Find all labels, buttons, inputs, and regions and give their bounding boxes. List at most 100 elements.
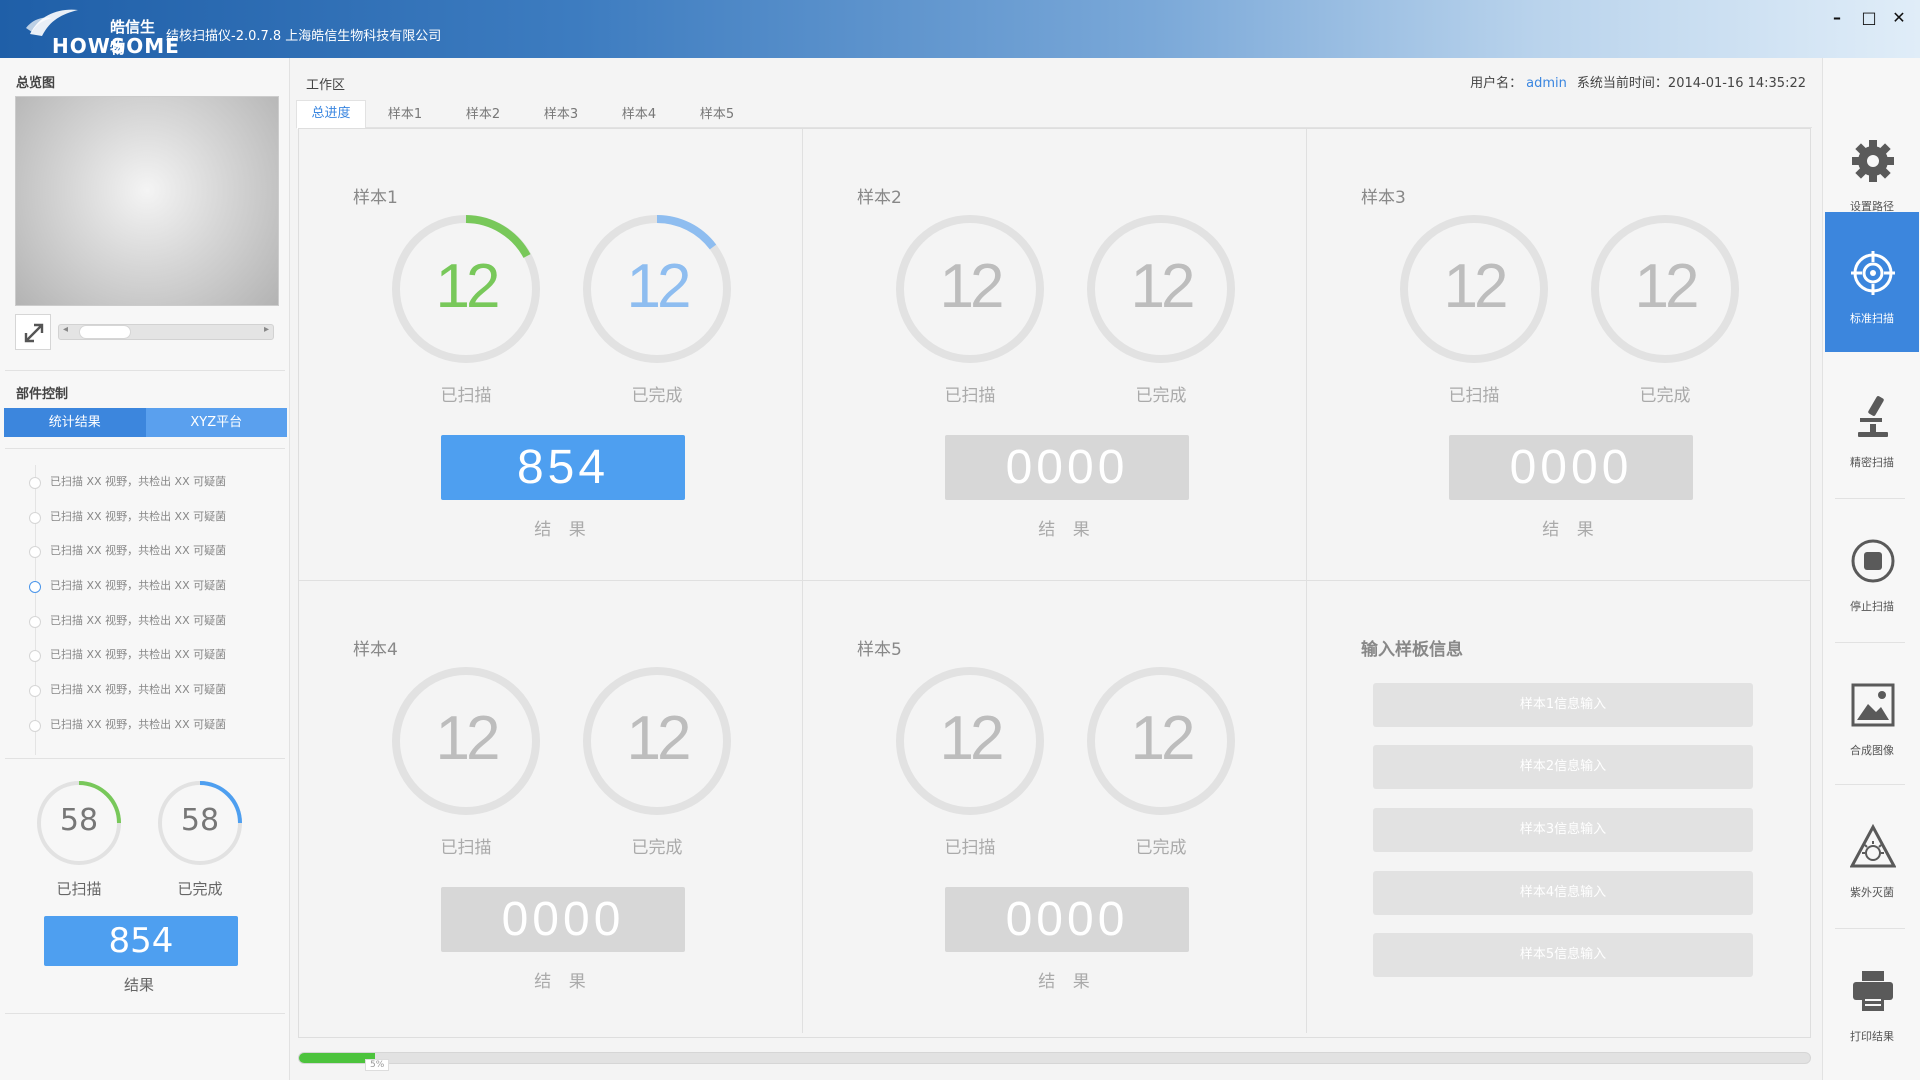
tab-sample-1[interactable]: 样本1 [370, 102, 440, 128]
maximize-button[interactable]: □ [1858, 8, 1880, 28]
preview-scrollbar[interactable]: ◂ ▸ [58, 324, 274, 340]
divider [1835, 784, 1905, 785]
completed-count: 12 [626, 704, 692, 773]
completed-count: 58 [180, 803, 220, 838]
system-time: 2014-01-16 14:35:22 [1667, 76, 1806, 91]
sample-title: 样本1 [353, 188, 398, 208]
uv-sterilize-button[interactable]: 紫外灭菌 [1825, 786, 1919, 926]
gear-icon [1852, 140, 1894, 182]
list-item: 已扫描 XX 视野，共检出 XX 可疑菌 [26, 569, 276, 604]
tab-sample-2[interactable]: 样本2 [448, 102, 518, 128]
sample-2-info-button[interactable]: 样本2信息输入 [1373, 745, 1753, 789]
total-result-label: 结果 [123, 976, 154, 994]
printer-icon [1853, 971, 1893, 1011]
expand-icon [24, 323, 44, 343]
time-label: 系统当前时间： [1576, 76, 1668, 91]
completed-count: 12 [1634, 252, 1700, 321]
result-value: 854 [441, 435, 685, 500]
timeline-dot-icon [29, 650, 41, 663]
sample-info-card: 输入样板信息 样本1信息输入 样本2信息输入 样本3信息输入 样本4信息输入 样… [1307, 581, 1811, 1033]
scanned-count: 12 [939, 252, 1005, 321]
composite-image-button[interactable]: 合成图像 [1825, 644, 1919, 784]
sample-5-info-button[interactable]: 样本5信息输入 [1373, 933, 1753, 977]
overview-title: 总览图 [16, 76, 56, 91]
scanned-label: 已扫描 [1448, 386, 1500, 406]
expand-button[interactable] [15, 314, 51, 350]
tool-label: 合成图像 [1850, 744, 1894, 757]
completed-count: 12 [1130, 252, 1196, 321]
tab-sample-3[interactable]: 样本3 [526, 102, 596, 128]
log-text: 已扫描 XX 视野，共检出 XX 可疑菌 [50, 475, 227, 488]
divider [5, 370, 285, 371]
tool-label: 标准扫描 [1850, 312, 1894, 325]
timeline-dot-icon [29, 615, 41, 628]
result-label: 结 果 [1038, 972, 1096, 992]
divider [1835, 498, 1905, 499]
minimize-button[interactable]: – [1826, 8, 1848, 28]
microscope-icon [1858, 396, 1888, 437]
work-area-title: 工作区 [306, 78, 346, 93]
tool-label: 打印结果 [1850, 1030, 1894, 1043]
total-result-value: 854 [44, 916, 238, 966]
tool-label: 精密扫描 [1850, 456, 1894, 469]
work-area: 工作区 用户名： admin 系统当前时间：2014-01-16 14:35:22 … [290, 58, 1820, 1080]
standard-scan-button[interactable]: 标准扫描 [1825, 212, 1919, 352]
log-text: 已扫描 XX 视野，共检出 XX 可疑菌 [50, 509, 227, 523]
result-label: 结 果 [1038, 520, 1096, 540]
tab-overall-progress[interactable]: 总进度 [296, 100, 366, 129]
print-result-button[interactable]: 打印结果 [1825, 930, 1919, 1070]
stop-scan-button[interactable]: 停止扫描 [1825, 500, 1919, 640]
completed-label: 已完成 [1135, 386, 1187, 406]
sample-title: 样本5 [857, 640, 902, 660]
list-item: 已扫描 XX 视野，共检出 XX 可疑菌 [26, 500, 276, 535]
timeline-dot-icon [29, 511, 41, 524]
result-value: 0000 [1449, 435, 1693, 500]
stop-icon [1851, 539, 1895, 583]
scanned-label: 已扫描 [56, 880, 102, 898]
tab-sample-5[interactable]: 样本5 [682, 102, 752, 128]
scroll-left-icon[interactable]: ◂ [63, 324, 68, 335]
sample-1-info-button[interactable]: 样本1信息输入 [1373, 683, 1753, 727]
completed-count: 12 [626, 252, 692, 321]
close-button[interactable]: ✕ [1888, 8, 1910, 28]
sample-4-card: 样本4 12 已扫描 12 已完成 0000 结 果 [299, 581, 803, 1033]
progress-fill [299, 1053, 375, 1063]
result-value: 0000 [441, 887, 685, 952]
scanned-label: 已扫描 [944, 386, 996, 406]
log-text: 已扫描 XX 视野，共检出 XX 可疑菌 [50, 579, 227, 593]
tab-xyz-platform[interactable]: XYZ平台 [145, 408, 287, 437]
scanned-count: 58 [59, 803, 99, 838]
list-item: 已扫描 XX 视野，共检出 XX 可疑菌 [26, 673, 276, 708]
precise-scan-button[interactable]: 精密扫描 [1825, 356, 1919, 496]
username[interactable]: admin [1526, 76, 1567, 91]
sample-4-info-button[interactable]: 样本4信息输入 [1373, 871, 1753, 915]
scroll-right-icon[interactable]: ▸ [264, 324, 269, 335]
sample-2-card: 样本2 12 已扫描 12 已完成 0000 结 果 [803, 129, 1307, 581]
scanned-count: 12 [435, 252, 501, 321]
list-item: 已扫描 XX 视野，共检出 XX 可疑菌 [26, 534, 276, 569]
sample-5-card: 样本5 12 已扫描 12 已完成 0000 结 果 [803, 581, 1307, 1033]
log-text: 已扫描 XX 视野，共检出 XX 可疑菌 [50, 544, 227, 558]
progress-percent: 5% [365, 1059, 390, 1071]
tab-stats-result[interactable]: 统计结果 [4, 408, 146, 437]
user-info: 用户名： admin 系统当前时间：2014-01-16 14:35:22 [1470, 72, 1806, 91]
scrollbar-thumb[interactable] [79, 325, 131, 339]
completed-label: 已完成 [631, 386, 683, 406]
list-item: 已扫描 XX 视野，共检出 XX 可疑菌 [26, 604, 276, 639]
sample-3-info-button[interactable]: 样本3信息输入 [1373, 808, 1753, 852]
progress-panel: 样本1 12 已扫描 12 已完成 854 结 果 样本2 12 已扫描 12 [298, 128, 1811, 1038]
tab-sample-4[interactable]: 样本4 [604, 102, 674, 128]
scanned-count: 12 [435, 704, 501, 773]
divider [5, 448, 285, 449]
log-text: 已扫描 XX 视野，共检出 XX 可疑菌 [50, 683, 227, 697]
user-label: 用户名： [1470, 76, 1523, 91]
divider [5, 758, 285, 759]
log-text: 已扫描 XX 视野，共检出 XX 可疑菌 [50, 613, 227, 627]
list-item: 已扫描 XX 视野，共检出 XX 可疑菌 [26, 638, 276, 673]
timeline-dot-icon [29, 719, 41, 732]
completed-label: 已完成 [1639, 386, 1691, 406]
scanned-count: 12 [939, 704, 1005, 773]
scanned-label: 已扫描 [440, 838, 492, 858]
divider [5, 1013, 285, 1014]
scan-log-list: 已扫描 XX 视野，共检出 XX 可疑菌 已扫描 XX 视野，共检出 XX 可疑… [26, 465, 276, 755]
